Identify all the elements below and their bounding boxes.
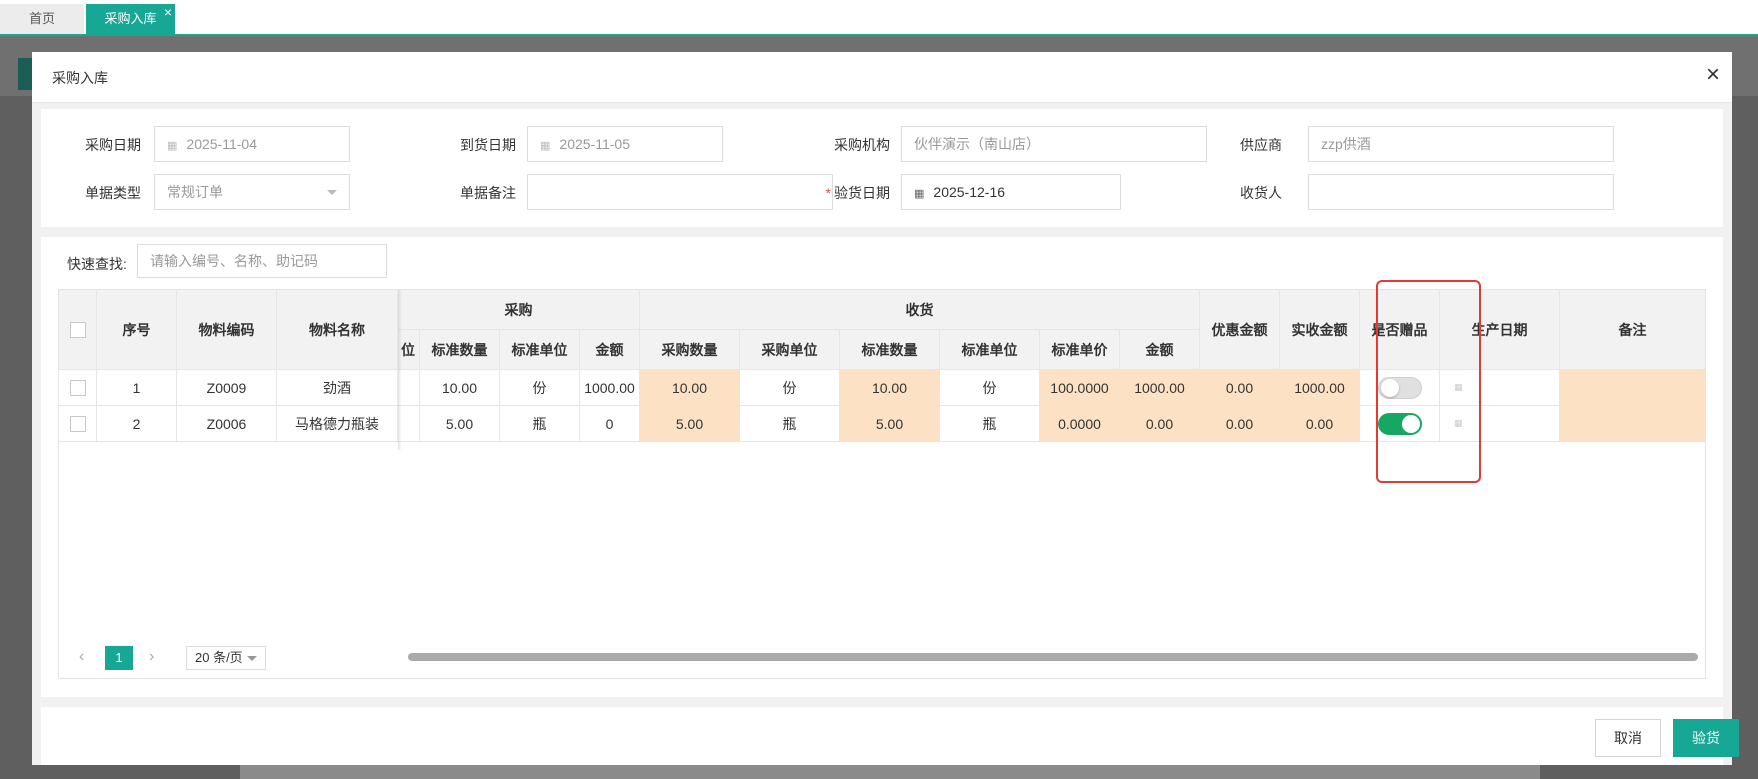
annotation-highlight-box [1376,280,1481,483]
dialog-title: 采购入库 [52,70,108,86]
purchase-org-label: 采购机构 [834,137,890,153]
header-discount: 优惠金额 [1200,290,1280,370]
cell-r-std-unit: 份 [940,370,1040,406]
cell-r-amount[interactable]: 1000.00 [1120,370,1200,406]
inspect-button[interactable]: 验货 [1673,719,1739,757]
supplier-label: 供应商 [1240,137,1282,153]
doc-remark-label: 单据备注 [460,185,516,201]
cancel-button[interactable]: 取消 [1595,719,1661,757]
cell-r-std-unit: 瓶 [940,406,1040,442]
supplier-field[interactable]: zzp供酒 [1308,126,1614,162]
header-receive-amount: 金额 [1120,330,1200,370]
calendar-icon: ▦ [914,188,924,200]
quick-search-input[interactable]: 请输入编号、名称、助记码 [137,244,387,278]
purchase-date-label: 采购日期 [85,137,141,153]
remark-cell[interactable] [1560,370,1705,406]
header-receive-std-qty: 标准数量 [840,330,940,370]
cell-name: 马格德力瓶装 [277,406,398,442]
doc-type-select[interactable]: 常规订单 [154,174,350,210]
row-checkbox[interactable] [69,415,86,432]
row-checkbox[interactable] [69,379,86,396]
receiver-input[interactable] [1308,174,1614,210]
header-seq: 序号 [97,290,177,370]
header-receive-qty: 采购数量 [640,330,740,370]
remark-cell[interactable] [1560,406,1705,442]
header-name: 物料名称 [277,290,398,370]
header-actual: 实收金额 [1280,290,1360,370]
calendar-icon: ▦ [540,140,550,152]
pagination: ‹ 1 › 20 条/页 [59,640,1705,676]
dialog-header: 采购入库 × [32,52,1732,103]
doc-type-label: 单据类型 [85,185,141,201]
cell-discount[interactable]: 0.00 [1200,406,1280,442]
cell-r-std-price[interactable]: 100.0000 [1040,370,1120,406]
cell-seq: 1 [97,370,177,406]
cell-r-std-qty[interactable]: 10.00 [840,370,940,406]
cell-discount[interactable]: 0.00 [1200,370,1280,406]
header-purchase-std-qty: 标准数量 [420,330,500,370]
select-all-cell [59,290,97,370]
cell-r-std-price[interactable]: 0.0000 [1040,406,1120,442]
inspect-date-field[interactable]: ▦ 2025-12-16 [901,174,1121,210]
dialog-close-icon[interactable]: × [1706,60,1720,90]
prev-page-icon[interactable]: ‹ [79,648,84,666]
tab-purchase-inbound[interactable]: 采购入库 × [86,4,175,34]
arrival-date-label: 到货日期 [460,137,516,153]
header-purchase-amount: 金额 [580,330,640,370]
cell-code: Z0006 [177,406,277,442]
chevron-down-icon [247,656,257,661]
cell-actual[interactable]: 0.00 [1280,406,1360,442]
frozen-column-shadow [398,290,402,450]
cell-seq: 2 [97,406,177,442]
inspect-date-label: * 验货日期 [825,185,890,201]
cell-p-std-qty: 5.00 [420,406,500,442]
quick-search-label: 快速查找: [67,256,127,272]
header-receive-std-unit: 标准单位 [940,330,1040,370]
top-tab-bar: 首页 采购入库 × [0,0,1758,36]
page-size-select[interactable]: 20 条/页 [186,646,266,670]
header-group-receive: 收货 [640,290,1200,330]
purchase-date-field[interactable]: ▦ 2025-11-04 [154,126,350,162]
background-bar [240,765,1540,779]
cell-code: Z0009 [177,370,277,406]
cell-p-std-qty: 10.00 [420,370,500,406]
next-page-icon[interactable]: › [149,648,154,666]
calendar-icon: ▦ [167,140,177,152]
tab-home[interactable]: 首页 [0,4,84,34]
header-code: 物料编码 [177,290,277,370]
dialog-footer: 取消 验货 [41,707,1739,765]
row-select-cell [59,406,97,442]
cell-r-unit: 份 [740,370,840,406]
select-all-checkbox[interactable] [69,321,86,338]
header-receive-unit: 采购单位 [740,330,840,370]
page-1-button[interactable]: 1 [105,646,133,670]
header-purchase-std-unit: 标准单位 [500,330,580,370]
chevron-down-icon [327,190,337,195]
cell-p-amount: 1000.00 [580,370,640,406]
header-group-purchase: 采购 [398,290,640,330]
header-receive-std-price: 标准单价 [1040,330,1120,370]
cell-r-qty[interactable]: 10.00 [640,370,740,406]
cell-r-amount[interactable]: 0.00 [1120,406,1200,442]
header-remark: 备注 [1560,290,1705,370]
cell-r-std-qty[interactable]: 5.00 [840,406,940,442]
required-marker: * [825,185,831,201]
cell-r-qty[interactable]: 5.00 [640,406,740,442]
cell-p-std-unit: 瓶 [500,406,580,442]
cell-p-std-unit: 份 [500,370,580,406]
cell-name: 劲酒 [277,370,398,406]
doc-remark-input[interactable] [527,174,833,210]
cell-p-amount: 0 [580,406,640,442]
purchase-org-field[interactable]: 伙伴演示（南山店） [901,126,1207,162]
row-select-cell [59,370,97,406]
cell-actual[interactable]: 1000.00 [1280,370,1360,406]
arrival-date-field[interactable]: ▦ 2025-11-05 [527,126,723,162]
tab-label: 采购入库 [104,11,157,26]
tab-close-icon[interactable]: × [164,0,172,27]
cell-r-unit: 瓶 [740,406,840,442]
receiver-label: 收货人 [1240,185,1282,201]
form-panel: 采购日期 ▦ 2025-11-04 到货日期 ▦ 2025-11-05 采购机构 伙… [41,109,1723,227]
